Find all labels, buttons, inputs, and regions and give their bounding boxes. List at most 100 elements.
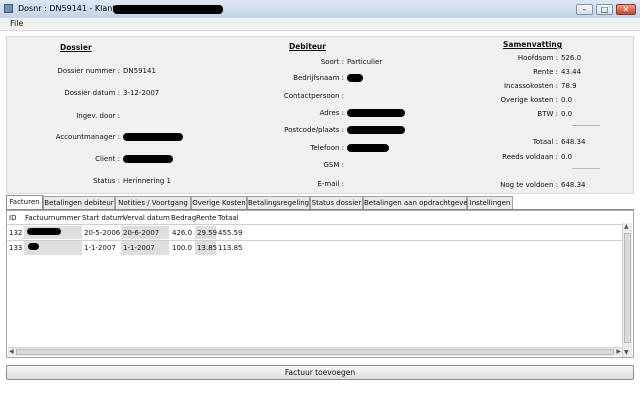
window-title: Dosnr : DN59141 - Klant : (18, 4, 121, 13)
row-2-rente: 13.85 (197, 244, 218, 252)
incassokosten-value: 78.9 (561, 82, 577, 90)
rente-value: 43.44 (561, 68, 582, 76)
horizontal-scroll-thumb[interactable] (16, 349, 614, 355)
adres-label: Adres : (319, 109, 344, 117)
row-2-id: 133 (9, 244, 23, 252)
app-icon (4, 4, 13, 13)
row-separator (7, 240, 623, 241)
dossier-heading: Dossier (60, 43, 92, 52)
tab-strip: Facturen Betalingen debiteur Notities / … (6, 195, 634, 209)
postcode-label: Postcode/plaats : (284, 126, 344, 134)
totaal-value: 648.34 (561, 138, 586, 146)
col-verval-datum-header[interactable]: Verval datum (123, 214, 170, 222)
redacted-client-name (113, 5, 223, 14)
reeds-voldaan-value: 0.0 (561, 153, 573, 161)
reeds-voldaan-label: Reeds voldaan : (502, 153, 558, 161)
redacted-postcode (347, 126, 405, 134)
row-1-id: 132 (9, 229, 23, 237)
menu-bar: File (0, 18, 640, 31)
dossier-number-value: DN59141 (123, 67, 156, 75)
redacted-factuurnummer (27, 228, 61, 235)
contactpersoon-label: Contactpersoon : (283, 92, 344, 100)
header-separator (7, 224, 623, 225)
vertical-scrollbar[interactable]: ▲ ▼ (622, 223, 632, 357)
row-2-verval: 1-1-2007 (123, 244, 155, 252)
col-start-datum-header[interactable]: Start datum (82, 214, 124, 222)
redacted-adres (347, 109, 405, 117)
menu-file[interactable]: File (10, 19, 23, 28)
row-1-bedrag: 426.0 (172, 229, 193, 237)
btw-value: 0.0 (561, 110, 573, 118)
soort-label: Soort : (320, 58, 344, 66)
dossier-date-label: Dossier datum : (64, 89, 120, 97)
overige-kosten-label: Overige kosten : (500, 96, 558, 104)
dossier-info-panel: Dossier Dossier nummer : DN59141 Dossier… (6, 36, 634, 194)
dossier-date-value: 3-12-2007 (123, 89, 160, 97)
tab-notities-voortgang[interactable]: Notities / Voortgang (115, 196, 191, 209)
tab-facturen[interactable]: Facturen (6, 195, 43, 209)
scroll-up-icon[interactable]: ▲ (624, 223, 629, 231)
tab-instellingen[interactable]: Instellingen (467, 196, 513, 209)
title-bar: Dosnr : DN59141 - Klant : – □ ✕ (0, 0, 640, 19)
summary-divider (572, 125, 600, 126)
summary-divider-2 (572, 168, 600, 169)
soort-value: Particulier (347, 58, 383, 66)
accountmanager-label: Accountmanager : (55, 133, 120, 141)
rente-label: Rente : (533, 68, 558, 76)
maximize-icon: □ (600, 5, 609, 14)
invoice-table: ID Factuurnummer Start datum Verval datu… (6, 210, 634, 358)
row-2-bedrag: 100.0 (172, 244, 193, 252)
redacted-telefoon (347, 144, 389, 152)
scroll-down-icon[interactable]: ▼ (624, 349, 629, 357)
client-label: Client : (95, 155, 120, 163)
add-invoice-button[interactable]: Factuur toevoegen (6, 365, 634, 380)
tab-status-dossier[interactable]: Status dossier (310, 196, 363, 209)
nog-te-voldoen-label: Nog te voldoen : (500, 181, 558, 189)
nog-te-voldoen-value: 648.34 (561, 181, 586, 189)
totaal-label: Totaal : (532, 138, 558, 146)
row-1-verval: 20-6-2007 (123, 229, 160, 237)
col-bedrag-header[interactable]: Bedrag (171, 214, 196, 222)
entered-by-label: Ingev. door : (76, 112, 120, 120)
telefoon-label: Telefoon : (310, 144, 344, 152)
close-button[interactable]: ✕ (616, 4, 636, 15)
overige-kosten-value: 0.0 (561, 96, 573, 104)
gsm-label: GSM : (323, 161, 345, 169)
col-rente-header[interactable]: Rente (196, 214, 216, 222)
hoofdsom-value: 526.0 (561, 54, 582, 62)
samenvatting-heading: Samenvatting (503, 40, 563, 49)
scroll-left-icon[interactable]: ◀ (9, 348, 14, 356)
status-label: Status : (93, 177, 120, 185)
minimize-button[interactable]: – (576, 4, 593, 15)
bedrijfsnaam-label: Bedrijfsnaam : (293, 74, 344, 82)
row-1-totaal: 455.59 (218, 229, 243, 237)
minimize-icon: – (582, 5, 587, 14)
col-totaal-header[interactable]: Totaal (218, 214, 239, 222)
redacted-bedrijfsnaam (347, 74, 363, 82)
status-value: Herinnering 1 (123, 177, 171, 185)
redacted-client (123, 155, 173, 163)
btw-label: BTW : (537, 110, 558, 118)
tab-overige-kosten[interactable]: Overige Kosten (191, 196, 247, 209)
incassokosten-label: Incassokosten : (503, 82, 558, 90)
row-2-start: 1-1-2007 (84, 244, 116, 252)
col-id-header[interactable]: ID (9, 214, 16, 222)
redacted-factuurnummer (28, 243, 39, 250)
close-icon: ✕ (622, 5, 630, 14)
vertical-scroll-thumb[interactable] (624, 233, 631, 343)
row-1-rente: 29.59 (197, 229, 218, 237)
tab-betalingen-opdrachtgever[interactable]: Betalingen aan opdrachtgever (363, 196, 471, 209)
debiteur-heading: Debiteur (289, 42, 326, 51)
tab-betalingsregeling[interactable]: Betalingsregeling (247, 196, 310, 209)
tab-betalingen-debiteur[interactable]: Betalingen debiteur (43, 196, 115, 209)
email-label: E-mail : (317, 180, 344, 188)
row-1-start: 20-5-2006 (84, 229, 121, 237)
hoofdsom-label: Hoofdsom : (517, 54, 558, 62)
dossier-number-label: Dossier nummer : (57, 67, 120, 75)
maximize-button[interactable]: □ (596, 4, 613, 15)
col-factuurnummer-header[interactable]: Factuurnummer (25, 214, 81, 222)
redacted-accountmanager (123, 133, 183, 141)
horizontal-scrollbar[interactable]: ◀ ▶ (8, 347, 622, 356)
row-2-totaal: 113.85 (218, 244, 243, 252)
scroll-right-icon[interactable]: ▶ (616, 348, 621, 356)
